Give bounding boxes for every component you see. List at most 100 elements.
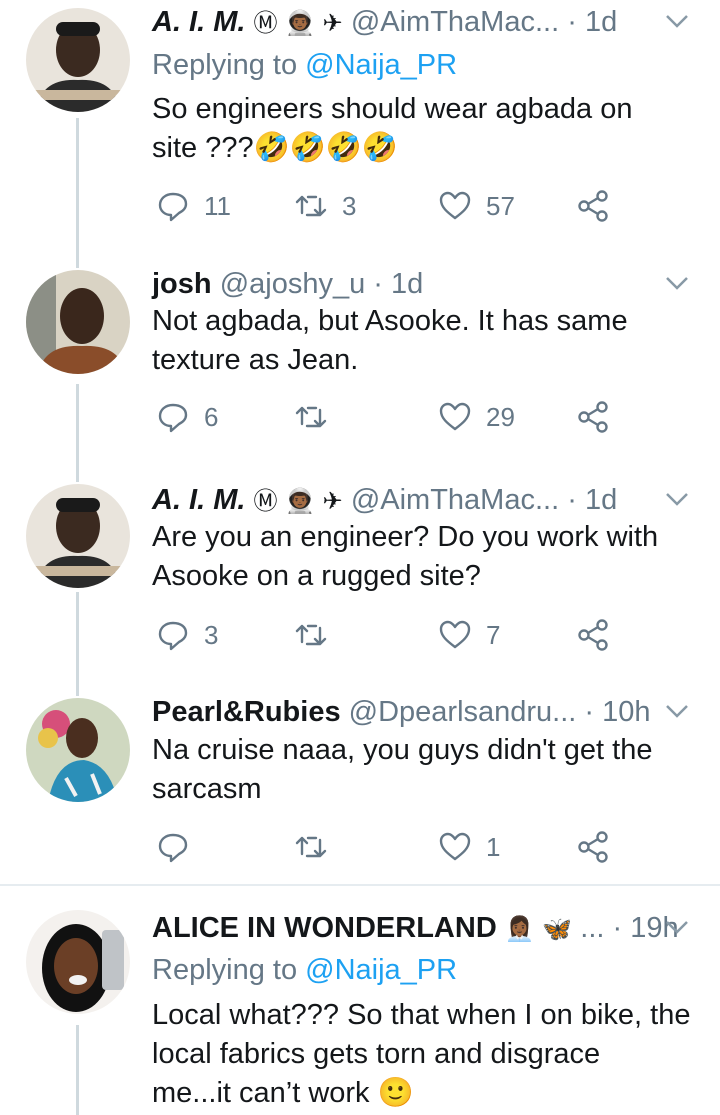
tweet[interactable]: Pearl&Rubies @Dpearlsandru... · 10h Na c… bbox=[0, 692, 720, 882]
tweet-text: Not agbada, but Asooke. It has same text… bbox=[152, 302, 700, 380]
retweet-button[interactable]: 3 bbox=[294, 186, 356, 226]
user-handle[interactable]: ... bbox=[580, 912, 604, 944]
tweet[interactable]: ALICE IN WONDERLAND 👩🏾‍💼 🦋 ... · 19h Rep… bbox=[0, 908, 720, 1115]
tweet-text: Are you an engineer? Do you work with As… bbox=[152, 518, 700, 596]
like-count: 29 bbox=[486, 401, 515, 432]
tweet-text: Local what??? So that when I on bike, th… bbox=[152, 996, 700, 1113]
replying-to-prefix: Replying to bbox=[152, 954, 298, 986]
tweet[interactable]: josh @ajoshy_u · 1d Not agbada, but Asoo… bbox=[0, 262, 720, 462]
share-button[interactable] bbox=[576, 397, 610, 437]
like-count: 7 bbox=[486, 619, 501, 650]
separator-dot: · bbox=[612, 912, 623, 944]
heart-icon bbox=[439, 191, 471, 220]
user-handle[interactable]: @AimThaMac... bbox=[351, 6, 559, 38]
retweet-icon bbox=[295, 406, 327, 428]
chevron-down-icon[interactable] bbox=[662, 2, 692, 42]
retweet-icon bbox=[295, 195, 327, 217]
reply-icon bbox=[158, 192, 188, 222]
display-name[interactable]: josh bbox=[152, 268, 212, 300]
avatar[interactable] bbox=[26, 484, 130, 588]
chevron-down-icon[interactable] bbox=[662, 264, 692, 304]
tweet-actions: 1 bbox=[152, 827, 672, 867]
user-handle[interactable]: @AimThaMac... bbox=[351, 484, 559, 516]
user-badges: 👩🏾‍💼 🦋 bbox=[504, 915, 573, 943]
user-handle[interactable]: @ajoshy_u bbox=[220, 268, 366, 300]
tweet-text-line: Na cruise naaa, you guys didn't get the bbox=[152, 734, 653, 766]
tweet-text-line: Asooke on a rugged site? bbox=[152, 560, 481, 592]
avatar[interactable] bbox=[26, 910, 130, 1014]
separator-dot: · bbox=[567, 6, 577, 38]
reply-count: 11 bbox=[204, 190, 231, 221]
like-button[interactable]: 29 bbox=[438, 397, 515, 437]
tweet-text-line: me...it can’t work 🙂 bbox=[152, 1077, 414, 1109]
replying-to: Replying to @Naija_PR bbox=[152, 45, 457, 85]
tweet[interactable]: A. I. M. Ⓜ 👨🏾‍🚀 ✈ @AimThaMac... · 1d Rep… bbox=[0, 0, 720, 250]
like-count: 1 bbox=[486, 831, 501, 862]
display-name[interactable]: ALICE IN WONDERLAND bbox=[152, 912, 497, 944]
tweet-actions: 6 29 bbox=[152, 397, 672, 437]
tweet-text-line: Are you an engineer? Do you work with bbox=[152, 521, 659, 553]
reply-icon bbox=[158, 833, 188, 863]
like-button[interactable]: 7 bbox=[438, 615, 500, 655]
like-count: 57 bbox=[486, 190, 515, 221]
tweet-header: A. I. M. Ⓜ 👨🏾‍🚀 ✈ @AimThaMac... · 1d bbox=[152, 480, 692, 520]
retweet-button[interactable] bbox=[294, 615, 342, 655]
timestamp[interactable]: 1d bbox=[585, 6, 617, 38]
avatar[interactable] bbox=[26, 270, 130, 374]
display-name[interactable]: A. I. M. bbox=[152, 484, 245, 516]
share-icon bbox=[578, 619, 608, 651]
tweet-header: Pearl&Rubies @Dpearlsandru... · 10h bbox=[152, 692, 692, 732]
separator-dot: · bbox=[584, 696, 595, 728]
tweet-text-line: site ???🤣🤣🤣🤣 bbox=[152, 132, 399, 164]
avatar[interactable] bbox=[26, 8, 130, 112]
tweet-text-line: Not agbada, but Asooke. It has same bbox=[152, 305, 628, 337]
display-name[interactable]: Pearl&Rubies bbox=[152, 696, 341, 728]
chevron-down-icon[interactable] bbox=[662, 692, 692, 732]
retweet-button[interactable] bbox=[294, 827, 342, 867]
heart-icon bbox=[439, 402, 471, 431]
tweet-text-line: texture as Jean. bbox=[152, 344, 359, 376]
share-button[interactable] bbox=[576, 186, 610, 226]
share-button[interactable] bbox=[576, 827, 610, 867]
share-button[interactable] bbox=[576, 615, 610, 655]
reply-button[interactable]: 6 bbox=[156, 397, 218, 437]
tweet-header: ALICE IN WONDERLAND 👩🏾‍💼 🦋 ... · 19h bbox=[152, 908, 692, 948]
chevron-down-icon[interactable] bbox=[662, 480, 692, 520]
tweet[interactable]: A. I. M. Ⓜ 👨🏾‍🚀 ✈ @AimThaMac... · 1d Are… bbox=[0, 478, 720, 678]
timestamp[interactable]: 1d bbox=[391, 268, 423, 300]
tweet-actions: 11 3 57 bbox=[152, 186, 672, 226]
heart-icon bbox=[439, 832, 471, 861]
replying-to-link[interactable]: @Naija_PR bbox=[305, 49, 457, 81]
share-icon bbox=[578, 401, 608, 433]
tweet-text-line: Local what??? So that when I on bike, th… bbox=[152, 999, 691, 1031]
user-badges: Ⓜ 👨🏾‍🚀 ✈ bbox=[253, 487, 343, 515]
tweet-text-line: local fabrics gets torn and disgrace bbox=[152, 1038, 601, 1070]
display-name[interactable]: A. I. M. bbox=[152, 6, 245, 38]
share-icon bbox=[578, 831, 608, 863]
reply-count: 6 bbox=[204, 401, 219, 432]
retweet-count: 3 bbox=[342, 190, 357, 221]
like-button[interactable]: 57 bbox=[438, 186, 515, 226]
retweet-icon bbox=[295, 624, 327, 646]
retweet-button[interactable] bbox=[294, 397, 342, 437]
chevron-down-icon[interactable] bbox=[662, 908, 692, 948]
share-icon bbox=[578, 190, 608, 222]
tweet-text: So engineers should wear agbada on site … bbox=[152, 90, 700, 168]
tweet-header: josh @ajoshy_u · 1d bbox=[152, 264, 692, 304]
tweet-header: A. I. M. Ⓜ 👨🏾‍🚀 ✈ @AimThaMac... · 1d bbox=[152, 2, 692, 42]
tweet-actions: 3 7 bbox=[152, 615, 672, 655]
retweet-icon bbox=[295, 836, 327, 858]
timestamp[interactable]: 10h bbox=[602, 696, 650, 728]
tweet-text-line: So engineers should wear agbada on bbox=[152, 93, 633, 125]
like-button[interactable]: 1 bbox=[438, 827, 500, 867]
avatar[interactable] bbox=[26, 698, 130, 802]
reply-icon bbox=[158, 621, 188, 651]
heart-icon bbox=[439, 620, 471, 649]
reply-button[interactable]: 11 bbox=[156, 186, 231, 226]
reply-icon bbox=[158, 403, 188, 433]
timestamp[interactable]: 1d bbox=[585, 484, 617, 516]
reply-button[interactable]: 3 bbox=[156, 615, 218, 655]
replying-to-link[interactable]: @Naija_PR bbox=[305, 954, 457, 986]
reply-button[interactable] bbox=[156, 827, 204, 867]
user-handle[interactable]: @Dpearlsandru... bbox=[349, 696, 577, 728]
